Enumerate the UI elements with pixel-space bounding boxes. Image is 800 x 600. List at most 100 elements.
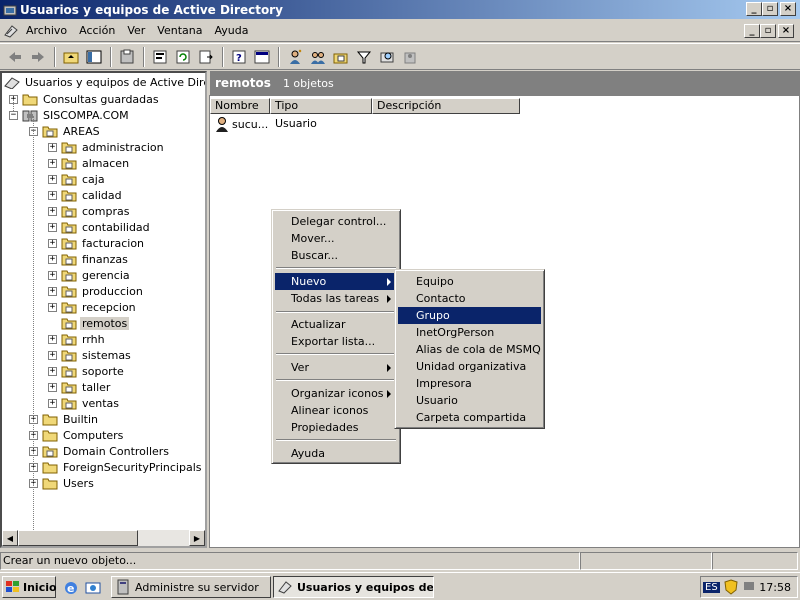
menu-item-ver[interactable]: Ver [275, 359, 397, 376]
tree-item-domain[interactable]: − SISCOMPA.COM [9, 107, 131, 123]
expand-icon[interactable]: + [48, 222, 57, 232]
tree-item-rrhh[interactable]: + rrhh [48, 331, 107, 347]
tree-item-finanzas[interactable]: + finanzas [48, 251, 130, 267]
submenu-item-carpeta-compartida[interactable]: Carpeta compartida [398, 409, 541, 426]
console-icon[interactable] [251, 46, 273, 68]
expand-icon[interactable]: + [48, 158, 57, 168]
network-icon[interactable] [742, 579, 756, 595]
internet-explorer-icon[interactable]: e [62, 579, 80, 597]
expand-icon[interactable]: + [48, 382, 57, 392]
tree-label[interactable]: recepcion [80, 301, 138, 314]
expand-icon[interactable]: + [48, 238, 57, 248]
tree-label[interactable]: Consultas guardadas [41, 93, 161, 106]
expand-icon[interactable]: + [48, 350, 57, 360]
tree-label[interactable]: SISCOMPA.COM [41, 109, 131, 122]
submenu-item-unidad-organizativa[interactable]: Unidad organizativa [398, 358, 541, 375]
tree-item-areas[interactable]: − AREAS [29, 123, 102, 139]
mmc-document-icon[interactable] [2, 22, 20, 40]
new-group-icon[interactable] [307, 46, 329, 68]
tree-label[interactable]: soporte [80, 365, 126, 378]
menu-item-buscar[interactable]: Buscar... [275, 247, 397, 264]
add-to-group-icon[interactable] [399, 46, 421, 68]
expand-icon[interactable]: + [48, 190, 57, 200]
menu-item-propiedades[interactable]: Propiedades [275, 419, 397, 436]
tree-label[interactable]: Domain Controllers [61, 445, 171, 458]
tree-item-produccion[interactable]: + produccion [48, 283, 145, 299]
language-indicator[interactable]: ES [703, 581, 720, 593]
submenu-item-usuario[interactable]: Usuario [398, 392, 541, 409]
tree-item-almacen[interactable]: + almacen [48, 155, 131, 171]
tree-item-foreignsecurityprincipals[interactable]: + ForeignSecurityPrincipals [29, 459, 204, 475]
tree-item-gerencia[interactable]: + gerencia [48, 267, 132, 283]
tree-label[interactable]: contabilidad [80, 221, 152, 234]
menu-accion[interactable]: Acción [73, 24, 121, 37]
task-administre-servidor[interactable]: Administre su servidor [111, 576, 271, 598]
tree-root[interactable]: Usuarios y equipos de Active Director [4, 74, 205, 90]
tree-item-soporte[interactable]: + soporte [48, 363, 126, 379]
tree-label[interactable]: facturacion [80, 237, 146, 250]
expand-icon[interactable]: + [48, 142, 57, 152]
submenu-item-inetorgperson[interactable]: InetOrgPerson [398, 324, 541, 341]
tree-label[interactable]: ventas [80, 397, 121, 410]
tree-item-sistemas[interactable]: + sistemas [48, 347, 133, 363]
menu-item-mover[interactable]: Mover... [275, 230, 397, 247]
tree-pane[interactable]: Usuarios y equipos de Active Director + … [0, 71, 207, 548]
expand-icon[interactable]: + [48, 334, 57, 344]
column-header-tipo[interactable]: Tipo [270, 98, 372, 114]
new-user-icon[interactable] [284, 46, 306, 68]
menu-ver[interactable]: Ver [121, 24, 151, 37]
tree-label[interactable]: AREAS [61, 125, 102, 138]
expand-icon[interactable]: + [48, 270, 57, 280]
submenu-item-impresora[interactable]: Impresora [398, 375, 541, 392]
tree-label[interactable]: Users [61, 477, 96, 490]
tree-label[interactable]: Computers [61, 429, 125, 442]
back-icon[interactable] [4, 46, 26, 68]
restore-button[interactable]: ▫ [762, 2, 778, 16]
help-icon[interactable]: ? [228, 46, 250, 68]
tree-item-ventas[interactable]: + ventas [48, 395, 121, 411]
tree-label[interactable]: administracion [80, 141, 166, 154]
menu-item-actualizar[interactable]: Actualizar [275, 316, 397, 333]
submenu-item-equipo[interactable]: Equipo [398, 273, 541, 290]
expand-icon[interactable]: + [48, 302, 57, 312]
tree-item-facturacion[interactable]: + facturacion [48, 235, 146, 251]
tree-item-administracion[interactable]: + administracion [48, 139, 166, 155]
tree-item-users[interactable]: + Users [29, 475, 96, 491]
tree-label[interactable]: almacen [80, 157, 131, 170]
new-ou-icon[interactable] [330, 46, 352, 68]
tree-label[interactable]: gerencia [80, 269, 132, 282]
task-usuarios-equipos[interactable]: Usuarios y equipos de... [273, 576, 434, 598]
close-button[interactable]: × [780, 2, 796, 16]
menu-item-exportar-lista[interactable]: Exportar lista... [275, 333, 397, 350]
show-tree-icon[interactable] [83, 46, 105, 68]
child-restore-button[interactable]: ▫ [760, 24, 776, 38]
tree-item-compras[interactable]: + compras [48, 203, 131, 219]
menu-ayuda[interactable]: Ayuda [208, 24, 254, 37]
tree-label[interactable]: calidad [80, 189, 124, 202]
list-item-name[interactable]: sucu... [232, 118, 268, 131]
menu-item-todas-las-tareas[interactable]: Todas las tareas [275, 290, 397, 307]
submenu-item-grupo[interactable]: Grupo [398, 307, 541, 324]
tree-item-contabilidad[interactable]: + contabilidad [48, 219, 152, 235]
tree-label[interactable]: ForeignSecurityPrincipals [61, 461, 204, 474]
menu-archivo[interactable]: Archivo [20, 24, 73, 37]
forward-icon[interactable] [27, 46, 49, 68]
tree-item-taller[interactable]: + taller [48, 379, 112, 395]
outlook-express-icon[interactable] [84, 579, 102, 597]
expand-icon[interactable]: + [48, 366, 57, 376]
submenu-item-alias-msmq[interactable]: Alias de cola de MSMQ [398, 341, 541, 358]
expand-icon[interactable]: + [48, 398, 57, 408]
tree-label[interactable]: finanzas [80, 253, 130, 266]
tree-root-label[interactable]: Usuarios y equipos de Active Director [23, 76, 205, 89]
tree-item-domain-controllers[interactable]: + Domain Controllers [29, 443, 171, 459]
child-close-button[interactable]: × [778, 24, 794, 38]
tree-item-builtin[interactable]: + Builtin [29, 411, 100, 427]
tree-label[interactable]: remotos [80, 316, 130, 330]
tree-label[interactable]: sistemas [80, 349, 133, 362]
menu-ventana[interactable]: Ventana [151, 24, 208, 37]
tree-item-calidad[interactable]: + calidad [48, 187, 124, 203]
tree-item-recepcion[interactable]: + recepcion [48, 299, 138, 315]
expand-icon[interactable]: + [48, 286, 57, 296]
tree-label[interactable]: caja [80, 173, 107, 186]
properties-icon[interactable] [149, 46, 171, 68]
